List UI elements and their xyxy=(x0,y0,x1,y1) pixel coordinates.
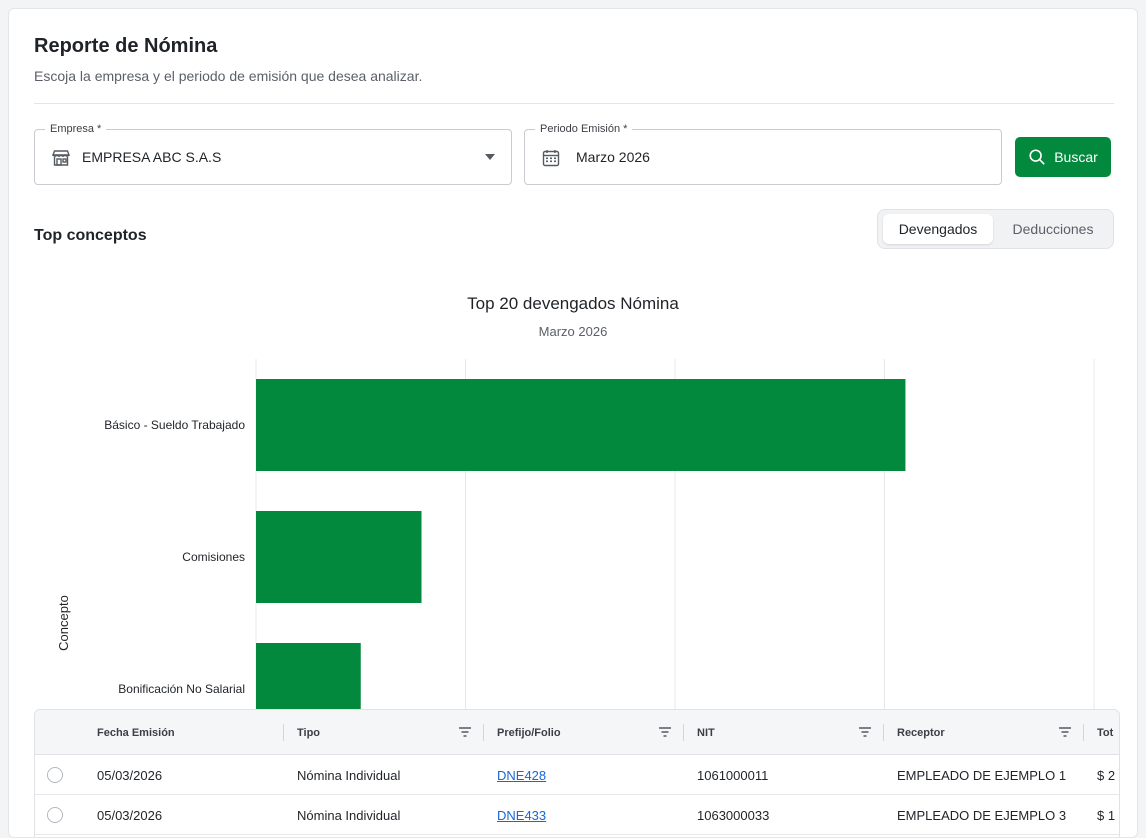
search-button-label: Buscar xyxy=(1054,149,1098,165)
divider xyxy=(34,103,1114,104)
concept-type-toggle: Devengados Deducciones xyxy=(877,209,1114,249)
col-nit[interactable]: NIT xyxy=(697,710,715,755)
cell-folio-link[interactable]: DNE428 xyxy=(497,755,546,795)
period-field[interactable]: Periodo Emisión * Marzo 2026 xyxy=(524,123,1002,185)
category-label: Comisiones xyxy=(182,550,245,564)
page-title: Reporte de Nómina xyxy=(34,35,218,57)
col-total[interactable]: Tot xyxy=(1097,710,1113,755)
cell-receptor: EMPLEADO DE EJEMPLO 3 xyxy=(897,807,1067,823)
column-separator[interactable] xyxy=(683,724,684,741)
filter-icon[interactable] xyxy=(1058,726,1072,738)
bar[interactable] xyxy=(256,379,906,471)
row-checkbox[interactable] xyxy=(47,807,63,823)
col-fecha[interactable]: Fecha Emisión xyxy=(97,710,175,755)
store-icon xyxy=(51,150,71,166)
col-tipo[interactable]: Tipo xyxy=(297,710,320,755)
page-subtitle: Escoja la empresa y el periodo de emisió… xyxy=(34,68,423,84)
company-value: EMPRESA ABC S.A.S xyxy=(82,149,222,165)
chevron-down-icon[interactable] xyxy=(485,154,495,160)
section-title: Top conceptos xyxy=(34,227,147,244)
company-label: Empresa * xyxy=(45,123,107,135)
bar[interactable] xyxy=(256,511,422,603)
chart-subtitle: Marzo 2026 xyxy=(539,324,608,339)
period-value: Marzo 2026 xyxy=(576,149,650,165)
cell-total: $ 2 xyxy=(1097,767,1116,783)
chart-title: Top 20 devengados Nómina xyxy=(467,294,679,313)
cell-tipo: Nómina Individual xyxy=(297,767,401,783)
report-card: Reporte de Nómina Escoja la empresa y el… xyxy=(8,8,1138,838)
column-separator[interactable] xyxy=(283,724,284,741)
payroll-table: Fecha Emisión Tipo Prefijo/Folio NIT Rec… xyxy=(34,709,1120,837)
filter-icon[interactable] xyxy=(458,726,472,738)
column-separator[interactable] xyxy=(483,724,484,741)
top-concepts-chart: Top 20 devengados Nómina Marzo 2026 Conc… xyxy=(56,294,1095,714)
tab-devengados[interactable]: Devengados xyxy=(883,214,993,244)
table-row[interactable]: 05/03/2026 Nómina Individual DNE428 1061… xyxy=(35,755,1119,795)
calendar-icon xyxy=(542,150,560,167)
cell-nit: 1061000011 xyxy=(697,767,769,783)
cell-tipo: Nómina Individual xyxy=(297,807,401,823)
cell-total: $ 1 xyxy=(1097,807,1116,823)
filter-icon[interactable] xyxy=(658,726,672,738)
bar[interactable] xyxy=(256,643,361,714)
category-label: Básico - Sueldo Trabajado xyxy=(104,418,245,432)
bars xyxy=(256,379,906,714)
period-label: Periodo Emisión * xyxy=(535,123,633,135)
row-checkbox[interactable] xyxy=(47,767,63,783)
y-axis-label: Concepto xyxy=(56,595,71,651)
filter-icon[interactable] xyxy=(858,726,872,738)
col-receptor[interactable]: Receptor xyxy=(897,710,945,755)
category-label: Bonificación No Salarial xyxy=(118,682,245,696)
search-button[interactable]: Buscar xyxy=(1015,137,1111,177)
tab-deducciones[interactable]: Deducciones xyxy=(996,214,1110,244)
cell-nit: 1063000033 xyxy=(697,807,770,823)
cell-folio-link[interactable]: DNE433 xyxy=(497,795,546,835)
cell-fecha: 05/03/2026 xyxy=(97,807,163,823)
col-folio[interactable]: Prefijo/Folio xyxy=(497,710,561,755)
cell-fecha: 05/03/2026 xyxy=(97,767,163,783)
cell-receptor: EMPLEADO DE EJEMPLO 1 xyxy=(897,767,1067,783)
search-icon xyxy=(1029,149,1045,165)
column-separator[interactable] xyxy=(1083,724,1084,741)
column-separator[interactable] xyxy=(883,724,884,741)
table-header: Fecha Emisión Tipo Prefijo/Folio NIT Rec… xyxy=(35,710,1119,755)
table-row[interactable]: 05/03/2026 Nómina Individual DNE433 1063… xyxy=(35,795,1119,835)
company-select[interactable]: Empresa * EMPRESA ABC S.A.S xyxy=(34,123,512,185)
category-labels: Básico - Sueldo Trabajado Comisiones Bonif… xyxy=(104,418,245,696)
